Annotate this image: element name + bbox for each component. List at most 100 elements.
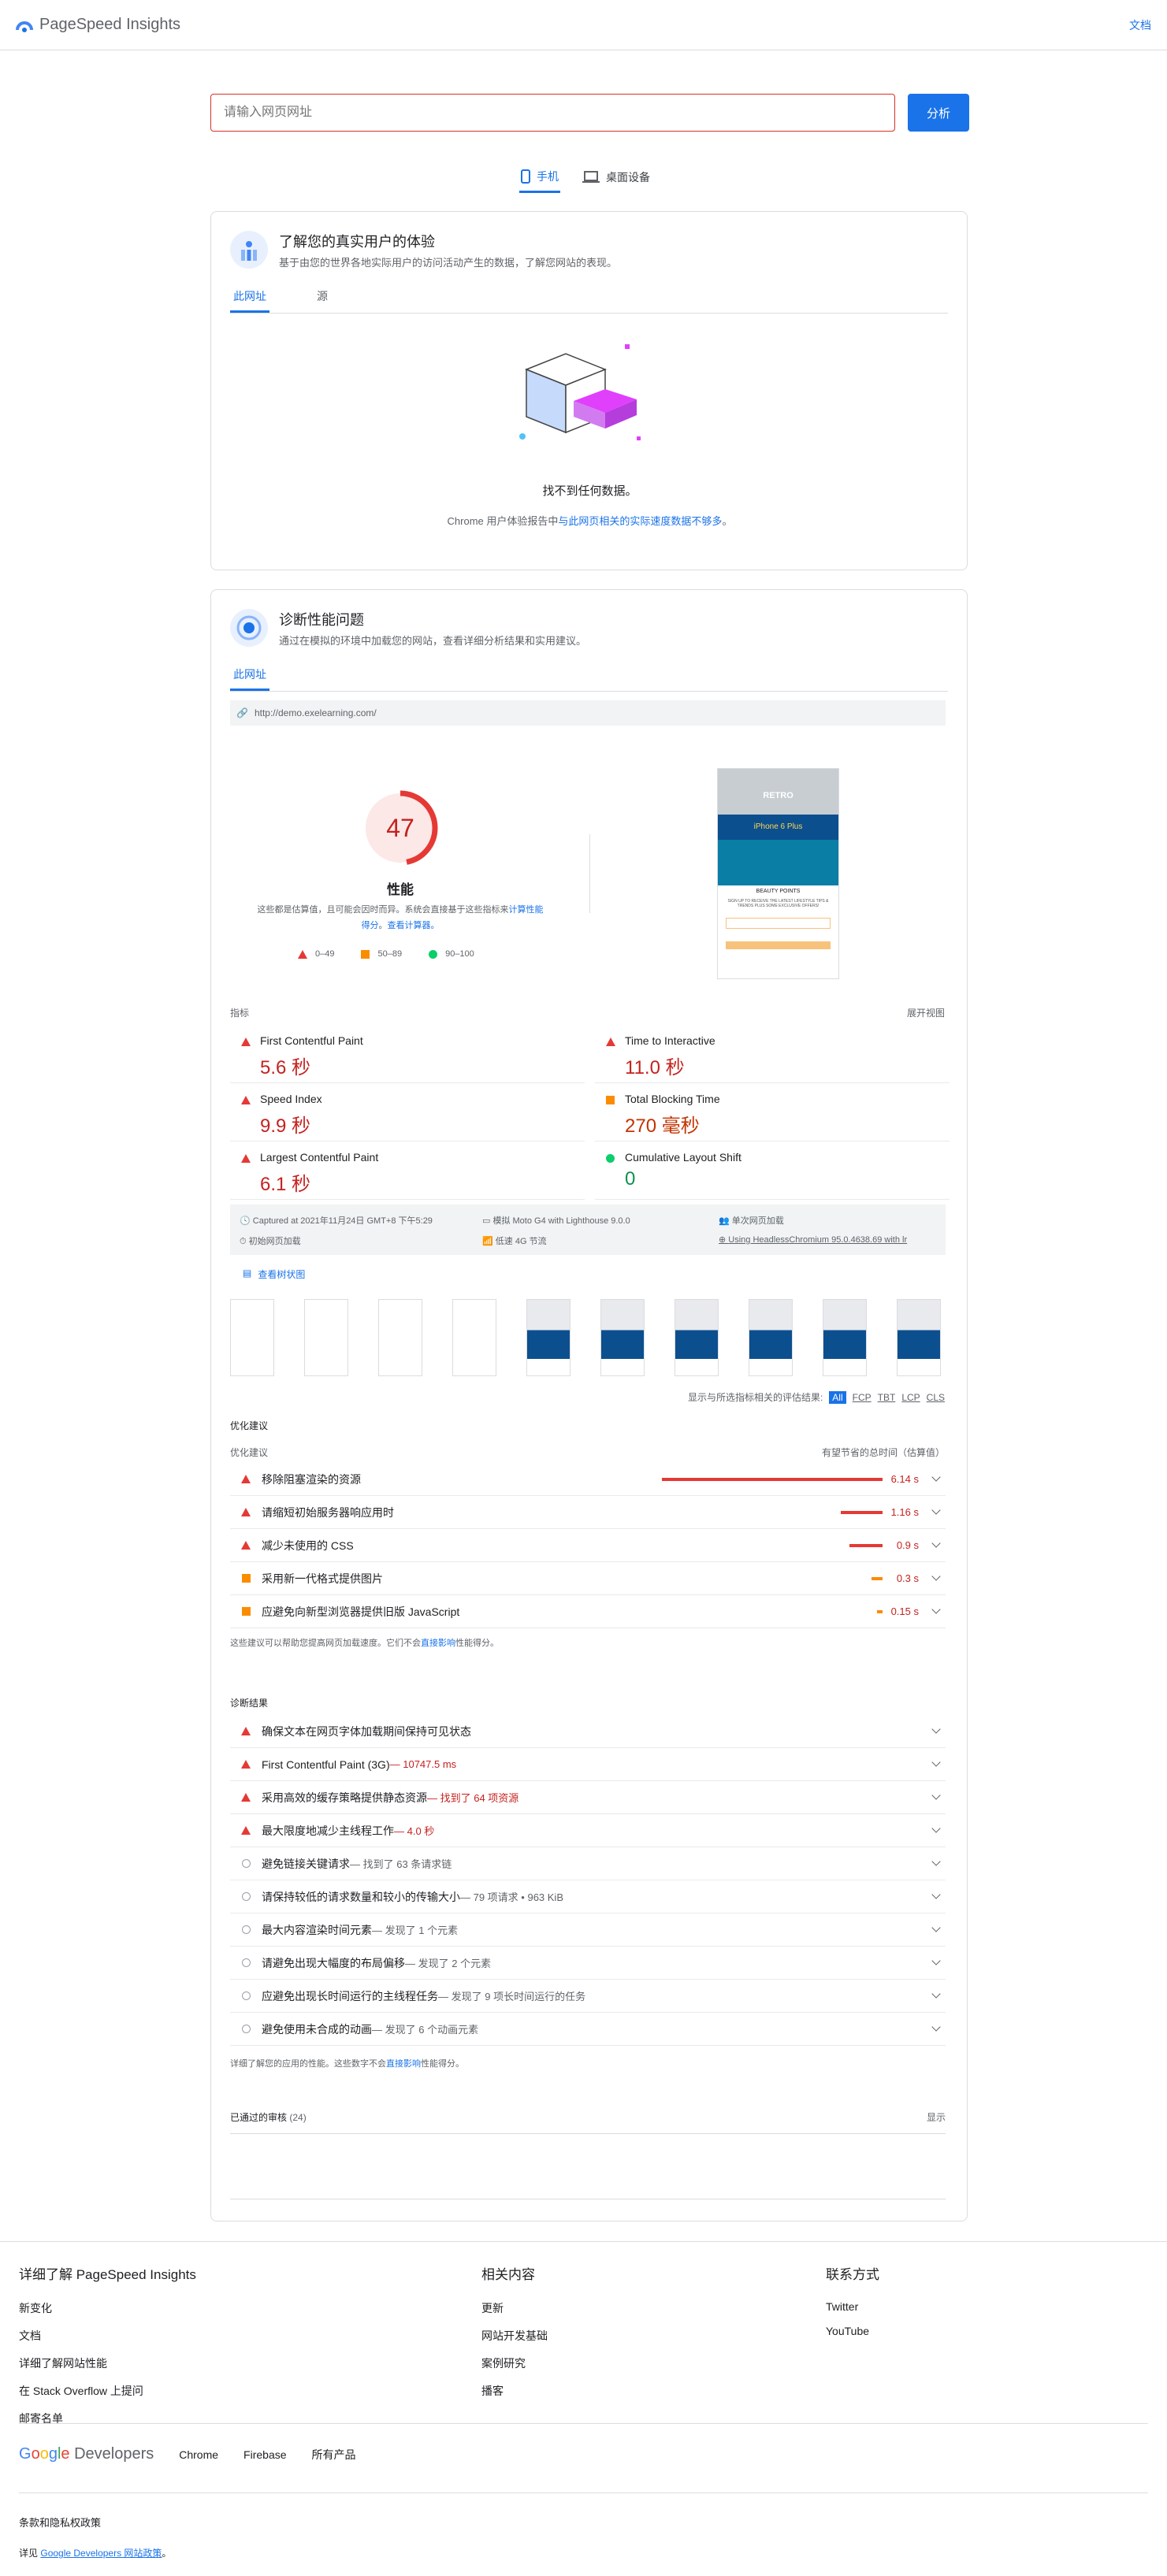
savings-bar [662, 1478, 883, 1481]
expand-view-toggle[interactable]: 展开视图 [907, 1006, 945, 1019]
opportunity-row[interactable]: 应避免向新型浏览器提供旧版 JavaScript 0.15 s [230, 1595, 946, 1628]
filmstrip-frame [452, 1299, 496, 1376]
env-browser[interactable]: ⊕ Using HeadlessChromium 95.0.4638.69 wi… [719, 1234, 907, 1245]
footer-see-pre: 详见 [19, 2548, 39, 2559]
diagnostic-detail: — 发现了 9 项长时间运行的任务 [438, 1991, 586, 2003]
chevron-down-icon[interactable] [931, 1472, 941, 1482]
filter-fcp[interactable]: FCP [853, 1392, 872, 1403]
footer-link-updates[interactable]: 更新 [481, 2300, 548, 2316]
filmstrip-frame [230, 1299, 274, 1376]
chevron-down-icon[interactable] [931, 2022, 941, 2032]
diagnostic-row[interactable]: First Contentful Paint (3G) — 10747.5 ms [230, 1748, 946, 1781]
calculator-link[interactable]: 查看计算器。 [388, 921, 440, 930]
opportunity-row[interactable]: 采用新一代格式提供图片 0.3 s [230, 1562, 946, 1595]
footer-link-all-products[interactable]: 所有产品 [312, 2447, 356, 2463]
footer-link-whats-new[interactable]: 新变化 [19, 2300, 196, 2316]
chevron-down-icon[interactable] [931, 1724, 941, 1734]
footer-policy[interactable]: 条款和隐私权政策 [19, 2515, 101, 2530]
footer-link-twitter[interactable]: Twitter [826, 2300, 879, 2313]
filmstrip-frame [304, 1299, 348, 1376]
footer-divider-2 [19, 2492, 1148, 2493]
footer-link-mailing-list[interactable]: 邮寄名单 [19, 2411, 196, 2426]
env-throttle-text: 低速 4G 节流 [495, 1237, 547, 1246]
metric-value: 9.9 秒 [260, 1115, 311, 1137]
filter-cls[interactable]: CLS [927, 1392, 945, 1403]
passed-audits[interactable]: 已通过的审核 (24) 显示 [230, 2110, 946, 2134]
filter-tbt[interactable]: TBT [878, 1392, 896, 1403]
passed-show-toggle[interactable]: 显示 [927, 2110, 946, 2124]
metric-value: 11.0 秒 [625, 1057, 685, 1078]
runtime-settings: 🕓 Captured at 2021年11月24日 GMT+8 下午5:29 ▭… [230, 1204, 946, 1255]
calc-link-2[interactable]: 得分 [362, 921, 379, 930]
footer-link-stackoverflow[interactable]: 在 Stack Overflow 上提问 [19, 2383, 196, 2399]
opportunity-saving: 1.16 s [890, 1506, 919, 1518]
footer-link-case-studies[interactable]: 案例研究 [481, 2355, 548, 2371]
chevron-down-icon[interactable] [931, 1923, 941, 1932]
footer-link-docs[interactable]: 文档 [19, 2328, 196, 2344]
diagnostic-detail: — 发现了 1 个元素 [372, 1925, 459, 1936]
tab-this-url[interactable]: 此网址 [230, 288, 269, 313]
chevron-down-icon[interactable] [931, 1791, 941, 1800]
opportunity-row[interactable]: 减少未使用的 CSS 0.9 s [230, 1529, 946, 1562]
diagnostic-row[interactable]: 采用高效的缓存策略提供静态资源 — 找到了 64 项资源 [230, 1781, 946, 1814]
lab-subtitle: 通过在模拟的环境中加载您的网站，查看详细分析结果和实用建议。 [279, 635, 587, 647]
savings-bar [841, 1511, 883, 1514]
diagnostic-row[interactable]: 避免链接关键请求 — 找到了 63 条请求链 [230, 1847, 946, 1880]
filter-lcp[interactable]: LCP [901, 1392, 920, 1403]
footer-link-podcasts[interactable]: 播客 [481, 2383, 548, 2399]
chevron-down-icon[interactable] [931, 1956, 941, 1965]
diagnostic-row[interactable]: 最大限度地减少主线程工作 — 4.0 秒 [230, 1814, 946, 1847]
google-developers-logo[interactable]: Google Developers [19, 2445, 154, 2463]
filmstrip-frame [675, 1299, 719, 1376]
footer-link-firebase[interactable]: Firebase [243, 2448, 286, 2461]
average-icon [606, 1096, 615, 1104]
diagnostic-row[interactable]: 请避免出现大幅度的布局偏移 — 发现了 2 个元素 [230, 1947, 946, 1980]
filter-all[interactable]: All [829, 1390, 846, 1404]
docs-link[interactable]: 文档 [1129, 17, 1151, 33]
opportunity-row[interactable]: 请缩短初始服务器响应用时 1.16 s [230, 1496, 946, 1529]
opp-note-link[interactable]: 直接影响 [421, 1639, 455, 1648]
chevron-down-icon[interactable] [931, 1605, 941, 1614]
footer-link-web-fundamentals[interactable]: 网站开发基础 [481, 2328, 548, 2344]
opportunity-label: 移除阻塞渲染的资源 [262, 1472, 361, 1486]
metric-value: 5.6 秒 [260, 1057, 311, 1078]
footer-site-policies-link[interactable]: Google Developers 网站政策 [40, 2548, 162, 2559]
diagnostic-row[interactable]: 应避免出现长时间运行的主线程任务 — 发现了 9 项长时间运行的任务 [230, 1980, 946, 2013]
footer-link-chrome[interactable]: Chrome [179, 2448, 218, 2461]
filmstrip-frame [600, 1299, 645, 1376]
chevron-down-icon[interactable] [931, 1572, 941, 1581]
chevron-down-icon[interactable] [931, 1890, 941, 1899]
diagnostic-row[interactable]: 避免使用未合成的动画 — 发现了 6 个动画元素 [230, 2013, 946, 2046]
view-treemap-button[interactable]: ▤ 查看树状图 [243, 1268, 305, 1281]
tab-origin[interactable]: 源 [317, 288, 328, 313]
info-icon [241, 1958, 251, 1967]
footer-link-youtube[interactable]: YouTube [826, 2325, 879, 2337]
chevron-down-icon[interactable] [931, 1505, 941, 1515]
tab-desktop[interactable]: 桌面设备 [581, 161, 652, 193]
chevron-down-icon[interactable] [931, 1989, 941, 1999]
footer-link-web-perf[interactable]: 详细了解网站性能 [19, 2355, 196, 2371]
fail-icon [241, 1037, 251, 1046]
logo[interactable]: PageSpeed Insights [16, 16, 180, 34]
savings-bar [849, 1544, 883, 1547]
tab-lab-this-url[interactable]: 此网址 [230, 666, 269, 691]
url-input[interactable] [210, 94, 895, 132]
diagnostic-detail: — 发现了 6 个动画元素 [372, 2024, 479, 2036]
crux-link-2[interactable]: 够多 [701, 515, 722, 527]
crux-link[interactable]: 与此网页相关的实际速度数据不 [558, 515, 701, 527]
diag-note-link[interactable]: 直接影响 [386, 2059, 421, 2069]
chevron-down-icon[interactable] [931, 1758, 941, 1767]
chevron-down-icon[interactable] [931, 1539, 941, 1548]
view-treemap-label: 查看树状图 [258, 1269, 306, 1280]
diagnostic-row[interactable]: 确保文本在网页字体加载期间保持可见状态 [230, 1715, 946, 1748]
analyze-button[interactable]: 分析 [908, 94, 969, 132]
diagnostic-row[interactable]: 请保持较低的请求数量和较小的传输大小 — 79 项请求 • 963 KiB [230, 1880, 946, 1913]
calc-link[interactable]: 计算性能 [509, 905, 544, 915]
tab-mobile[interactable]: 手机 [519, 161, 560, 193]
chevron-down-icon[interactable] [931, 1857, 941, 1866]
field-subtitle: 基于由您的世界各地实际用户的访问活动产生的数据，了解您网站的表现。 [279, 257, 618, 269]
diagnostic-row[interactable]: 最大内容渲染时间元素 — 发现了 1 个元素 [230, 1913, 946, 1947]
opportunity-row[interactable]: 移除阻塞渲染的资源 6.14 s [230, 1463, 946, 1496]
empty-box-illustration [519, 344, 641, 440]
chevron-down-icon[interactable] [931, 1824, 941, 1833]
